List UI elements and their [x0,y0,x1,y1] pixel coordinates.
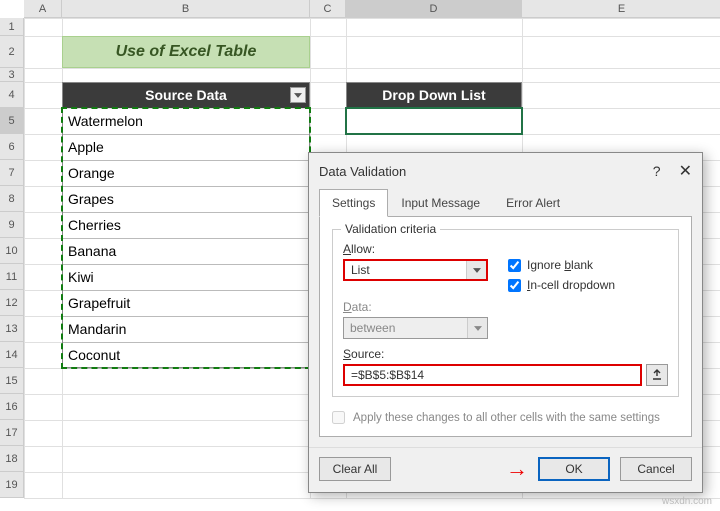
table-row[interactable]: Grapes [62,186,310,212]
row-head-3[interactable]: 3 [0,68,24,82]
tab-input-message[interactable]: Input Message [388,189,493,217]
tab-settings[interactable]: Settings [319,189,388,217]
help-icon[interactable]: ? [653,163,661,179]
data-validation-dialog: Data Validation ? ✕ Settings Input Messa… [308,152,703,493]
dialog-footer: Clear All → OK Cancel [309,447,702,492]
allow-label: Allow: [343,242,488,256]
cancel-button[interactable]: Cancel [620,457,692,481]
table-row[interactable]: Grapefruit [62,290,310,316]
chevron-down-icon [294,93,302,98]
col-head-A[interactable]: A [24,0,62,18]
col-head-E[interactable]: E [522,0,720,18]
title-text: Use of Excel Table [116,43,257,61]
table-row[interactable]: Kiwi [62,264,310,290]
apply-label: Apply these changes to all other cells w… [353,412,660,424]
close-icon[interactable]: ✕ [679,161,692,181]
row-head-16[interactable]: 16 [0,394,24,420]
fieldset-legend: Validation criteria [341,222,440,236]
col-head-C[interactable]: C [310,0,346,18]
table-row[interactable]: Coconut [62,342,310,368]
title-banner: Use of Excel Table [62,36,310,68]
row-head-19[interactable]: 19 [0,472,24,498]
row-headers: 12345678910111213141516171819 [0,18,24,498]
source-label: Source: [343,347,668,361]
dropdown-list-header: Drop Down List [346,82,522,108]
row-head-10[interactable]: 10 [0,238,24,264]
row-head-5[interactable]: 5 [0,108,24,134]
table-row[interactable]: Watermelon [62,108,310,134]
apply-changes-checkbox: Apply these changes to all other cells w… [332,411,679,424]
row-head-18[interactable]: 18 [0,446,24,472]
source-data-header: Source Data [62,82,310,108]
table-row[interactable]: Mandarin [62,316,310,342]
tab-panel-settings: Validation criteria Allow: List Ignore b… [319,216,692,437]
data-label: Data: [343,300,668,314]
range-select-button[interactable] [646,364,668,386]
row-head-8[interactable]: 8 [0,186,24,212]
dropdown-list-header-text: Drop Down List [382,87,485,103]
source-input[interactable]: =$B$5:$B$14 [343,364,642,386]
dialog-tabs: Settings Input Message Error Alert [309,189,702,217]
data-select: between [343,317,488,339]
table-row[interactable]: Cherries [62,212,310,238]
table-row[interactable]: Apple [62,134,310,160]
allow-select[interactable]: List [343,259,488,281]
chevron-down-icon [467,318,487,338]
row-head-15[interactable]: 15 [0,368,24,394]
row-head-1[interactable]: 1 [0,18,24,36]
table-row[interactable]: Orange [62,160,310,186]
data-value: between [344,321,467,335]
ignore-blank-checkbox[interactable]: Ignore blank [508,258,615,272]
arrow-right-icon: → [506,456,528,482]
row-head-6[interactable]: 6 [0,134,24,160]
row-head-4[interactable]: 4 [0,82,24,108]
table-filter-button[interactable] [290,87,306,103]
collapse-icon [651,369,663,381]
dialog-titlebar: Data Validation ? ✕ [309,153,702,189]
source-value: =$B$5:$B$14 [351,368,424,382]
clear-all-button[interactable]: Clear All [319,457,391,481]
allow-value: List [345,263,466,277]
row-head-11[interactable]: 11 [0,264,24,290]
col-head-B[interactable]: B [62,0,310,18]
source-data-header-text: Source Data [145,87,227,103]
dialog-title-text: Data Validation [319,164,406,179]
row-head-14[interactable]: 14 [0,342,24,368]
active-cell[interactable] [345,107,523,135]
watermark: wsxdn.com [662,496,712,507]
column-headers: ABCDE [24,0,720,18]
tab-error-alert[interactable]: Error Alert [493,189,573,217]
col-head-D[interactable]: D [346,0,522,18]
incell-dropdown-checkbox[interactable]: In-cell dropdown [508,278,615,292]
table-row[interactable]: Banana [62,238,310,264]
validation-criteria-fieldset: Validation criteria Allow: List Ignore b… [332,229,679,397]
row-head-2[interactable]: 2 [0,36,24,68]
ok-button[interactable]: OK [538,457,610,481]
row-head-9[interactable]: 9 [0,212,24,238]
row-head-13[interactable]: 13 [0,316,24,342]
row-head-17[interactable]: 17 [0,420,24,446]
row-head-7[interactable]: 7 [0,160,24,186]
row-head-12[interactable]: 12 [0,290,24,316]
chevron-down-icon [466,261,486,279]
